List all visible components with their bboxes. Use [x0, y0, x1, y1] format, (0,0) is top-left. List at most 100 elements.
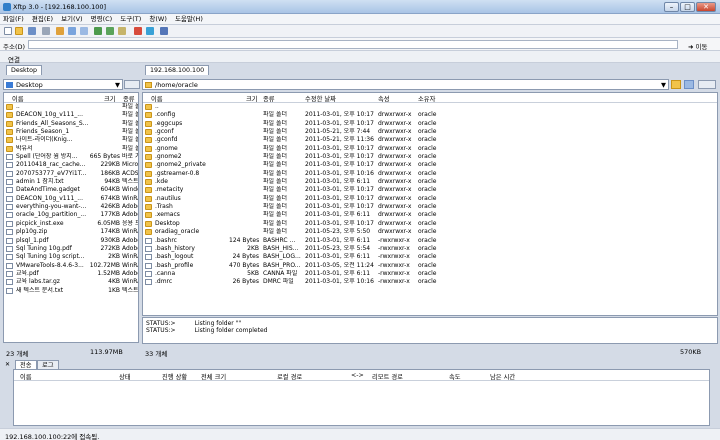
menu-help[interactable]: 도움말(H)	[172, 14, 206, 25]
chevron-down-icon[interactable]: ▼	[115, 80, 120, 90]
file-row[interactable]: .bash_logout 24 Bytes BASH_LOG... 2011-03-0…	[143, 253, 717, 261]
file-row[interactable]: .gconf 파일 폴더 2011-05-21, 오후 7:44 drwxrwxr-x…	[143, 128, 717, 136]
file-row[interactable]: admin 1 참치.txt94KB텍스트 문	[4, 178, 138, 186]
file-row[interactable]: Sql Tuning 10g.pdf272KBAdobe	[4, 245, 138, 253]
links-label[interactable]: 연결	[8, 54, 20, 64]
file-row[interactable]: Friends_All_Seasons_S... 파일 폴	[4, 120, 138, 128]
go-button[interactable]: ➜ 이동	[688, 41, 707, 51]
remote-path-select[interactable]: /home/oracle ▼	[142, 79, 669, 90]
menu-command[interactable]: 명령(C)	[88, 14, 116, 25]
file-row[interactable]: Desktop 파일 폴더 2011-03-01, 오후 10:17 drwxrwxr…	[143, 220, 717, 228]
view-mode-icon[interactable]	[118, 27, 126, 35]
paste-icon[interactable]	[80, 27, 88, 35]
file-row[interactable]: 교육.pdf1.52MBAdobe	[4, 270, 138, 278]
file-row[interactable]: oradiag_oracle 파일 폴더 2011-05-23, 오후 5:50 dr…	[143, 228, 717, 236]
menu-edit[interactable]: 편집(E)	[29, 14, 56, 25]
remote-refresh-icon[interactable]	[684, 80, 694, 89]
file-row[interactable]: ..	[143, 103, 717, 111]
file-row[interactable]: Sql Tuning 10g script...2KBWinRA	[4, 253, 138, 261]
open-folder-icon[interactable]	[15, 27, 23, 35]
file-row[interactable]: VMwareTools-8.4.6-3...102.72MBWinRA	[4, 262, 138, 270]
file-row[interactable]: .gstreamer-0.8 파일 폴더 2011-03-01, 오후 10:16 d…	[143, 170, 717, 178]
transfer-list[interactable]: 이름 상태 진행 상황 전체 크기 로컬 경로 <-> 리모트 경로 속도 남은…	[13, 369, 710, 426]
col-local-path[interactable]: 로컬 경로	[277, 372, 302, 381]
file-row[interactable]: plp10g.zip174KBWinRA	[4, 228, 138, 236]
col-remaining[interactable]: 남은 시간	[490, 372, 515, 381]
chevron-down-icon[interactable]: ▼	[661, 80, 666, 90]
col-status[interactable]: 상태	[119, 372, 131, 381]
refresh-icon[interactable]	[106, 27, 114, 35]
file-row[interactable]: .dmrc 26 Bytes DMRC 파일 2011-03-01, 오후 10:16…	[143, 278, 717, 286]
file-row[interactable]: .bash_history 2KB BASH_HIS... 2011-05-23, 오…	[143, 245, 717, 253]
local-path-select[interactable]: Desktop ▼	[3, 79, 123, 90]
tab-remote-session[interactable]: 192.168.100.100	[145, 65, 210, 75]
file-row[interactable]: Spell (단어장 웜 방지... 665 Bytes 바로 가	[4, 153, 138, 161]
col-modified[interactable]: 수정한 날짜	[305, 94, 336, 103]
file-row[interactable]: .xemacs 파일 폴더 2011-03-01, 오후 6:11 drwxrwxr-…	[143, 211, 717, 219]
col-total-size[interactable]: 전체 크기	[201, 372, 226, 381]
file-row[interactable]: 교육 labs.tar.gz4KBWinRA	[4, 278, 138, 286]
col-speed[interactable]: 속도	[449, 372, 461, 381]
log-box[interactable]: STATUS:> Listing folder "" STATUS:> List…	[142, 317, 718, 344]
col-size[interactable]: 크기	[246, 94, 258, 103]
panel-close-icon[interactable]: ✕	[5, 361, 10, 368]
file-row[interactable]: DEACON_10g_v111_... 파일 폴	[4, 111, 138, 119]
col-owner[interactable]: 소유자	[418, 94, 435, 103]
col-size[interactable]: 크기	[104, 94, 116, 103]
col-attributes[interactable]: 속성	[378, 94, 390, 103]
col-name[interactable]: 이름	[20, 372, 32, 381]
file-row[interactable]: .eggcups 파일 폴더 2011-03-01, 오후 10:17 drwxrwx…	[143, 120, 717, 128]
help-icon[interactable]	[160, 27, 168, 35]
local-view-icon[interactable]	[124, 80, 140, 89]
new-folder-icon[interactable]	[671, 80, 681, 89]
col-name[interactable]: 이름	[12, 94, 24, 103]
menu-tools[interactable]: 도구(T)	[117, 14, 144, 25]
up-arrow-icon[interactable]	[94, 27, 102, 35]
remote-view-icon[interactable]	[698, 80, 716, 89]
connect-icon[interactable]	[28, 27, 36, 35]
file-row[interactable]: .kde 파일 폴더 2011-03-01, 오후 6:11 drwxrwxr-x or…	[143, 178, 717, 186]
file-row[interactable]: 20110418_rac_cache...229KBMicros	[4, 161, 138, 169]
minimize-button[interactable]: –	[664, 2, 679, 12]
col-name[interactable]: 이름	[151, 94, 163, 103]
menu-file[interactable]: 파일(F)	[0, 14, 27, 25]
disconnect-icon[interactable]	[42, 27, 50, 35]
local-file-list[interactable]: 이름 크기 종류 .. 파일 폴 DEACON_10g_v111_... 파일 폴 Fr…	[3, 92, 139, 343]
cut-icon[interactable]	[56, 27, 64, 35]
tab-local-desktop[interactable]: Desktop	[6, 65, 42, 75]
col-type[interactable]: 종류	[123, 94, 135, 103]
copy-icon[interactable]	[68, 27, 76, 35]
tab-transfer[interactable]: 전송	[15, 360, 37, 369]
file-row[interactable]: .gconfd 파일 폴더 2011-05-21, 오후 11:36 drwxrwxr…	[143, 136, 717, 144]
file-row[interactable]: .Trash 파일 폴더 2011-03-01, 오후 10:17 drwxrwxr-…	[143, 203, 717, 211]
file-row[interactable]: .gnome2 파일 폴더 2011-03-01, 오후 10:17 drwxrwxr…	[143, 153, 717, 161]
file-row[interactable]: plsql_1.pdf930KBAdobe	[4, 237, 138, 245]
file-row[interactable]: picpick_inst.exe 6.05MB 응용 프	[4, 220, 138, 228]
new-session-icon[interactable]	[4, 27, 12, 35]
tab-log[interactable]: 로그	[37, 360, 59, 369]
file-row[interactable]: 새 텍스트 문서.txt 1KB 텍스트	[4, 287, 138, 295]
file-row[interactable]: everything-you-want-...426KBAdobe	[4, 203, 138, 211]
menu-window[interactable]: 창(W)	[146, 14, 169, 25]
file-row[interactable]: Friends_Season_1 파일 폴	[4, 128, 138, 136]
sync-icon[interactable]	[146, 27, 154, 35]
menu-view[interactable]: 보기(V)	[58, 14, 85, 25]
close-button[interactable]: ✕	[696, 2, 716, 12]
file-row[interactable]: .bash_profile 470 Bytes BASH_PRO... 2011-03…	[143, 262, 717, 270]
col-type[interactable]: 종류	[263, 94, 275, 103]
file-row[interactable]: .canna 5KB CANNA 파일 2011-03-01, 오후 6:11 -rwx…	[143, 270, 717, 278]
remote-file-list[interactable]: 이름 크기 종류 수정한 날짜 속성 소유자 .. .config 파일 폴더 201…	[142, 92, 718, 316]
file-row[interactable]: .nautilus 파일 폴더 2011-03-01, 오후 10:17 drwxrw…	[143, 195, 717, 203]
file-row[interactable]: .. 파일 폴	[4, 103, 138, 111]
file-row[interactable]: .metacity 파일 폴더 2011-03-01, 오후 10:17 drwxrw…	[143, 186, 717, 194]
file-row[interactable]: 2070753777_eV7Yi1T...186KBACDSe	[4, 170, 138, 178]
col-remote-path[interactable]: 리모트 경로	[372, 372, 403, 381]
file-row[interactable]: DateAndTime.gadget 604KB Windo	[4, 186, 138, 194]
file-row[interactable]: .config 파일 폴더 2011-03-01, 오후 10:17 drwxrwxr…	[143, 111, 717, 119]
file-row[interactable]: 나이트-라이더(Knig... 파일 폴	[4, 136, 138, 144]
maximize-button[interactable]: □	[680, 2, 695, 12]
title-bar[interactable]: Xftp 3.0 - [192.168.100.100] – □ ✕	[0, 0, 720, 14]
file-row[interactable]: oracle_10g_partition_...177KBAdobe	[4, 211, 138, 219]
col-progress[interactable]: 진행 상황	[162, 372, 187, 381]
stop-icon[interactable]	[134, 27, 142, 35]
